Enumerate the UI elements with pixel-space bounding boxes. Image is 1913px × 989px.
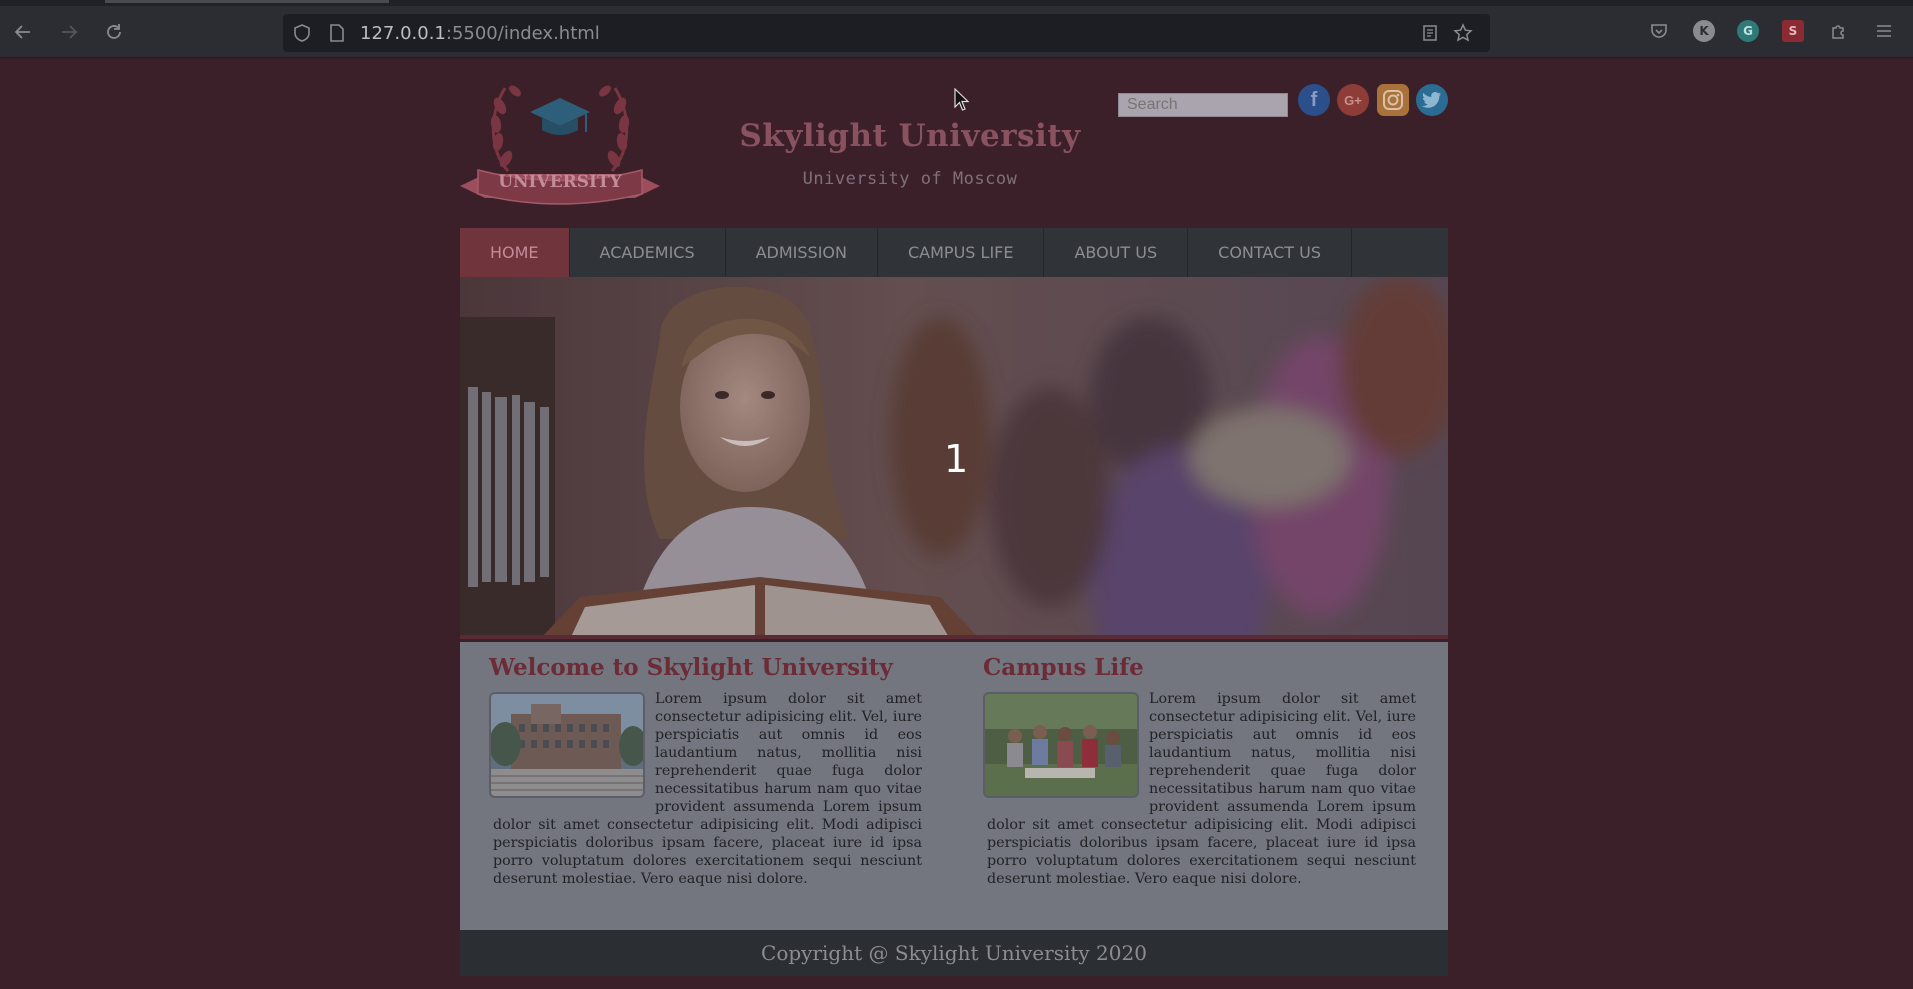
main-nav: HOME ACADEMICS ADMISSION CAMPUS LIFE ABO… (460, 228, 1448, 277)
back-arrow-icon[interactable] (10, 19, 36, 45)
mouse-cursor-icon (954, 88, 970, 111)
nav-item-academics[interactable]: ACADEMICS (570, 228, 726, 277)
nav-item-about-us[interactable]: ABOUT US (1044, 228, 1189, 277)
logo-text: UNIVERSITY (498, 172, 622, 192)
page-viewport: UNIVERSITY Skylight University Universit… (0, 58, 1913, 989)
content-area: Welcome to Skylight University Lorem ips… (460, 642, 1448, 930)
bookmark-star-icon[interactable] (1453, 23, 1473, 47)
forward-arrow-icon[interactable] (56, 19, 82, 45)
welcome-section: Welcome to Skylight University Lorem ips… (489, 654, 922, 888)
nav-item-home[interactable]: HOME (460, 228, 570, 277)
page-icon[interactable] (329, 24, 345, 46)
s-extension-icon[interactable]: S (1782, 20, 1804, 42)
campus-life-heading: Campus Life (983, 654, 1144, 681)
students-group-image (983, 692, 1139, 798)
slide-number: 1 (944, 437, 969, 481)
twitter-icon[interactable] (1416, 84, 1448, 116)
hamburger-menu-icon[interactable] (1873, 20, 1895, 42)
url-text[interactable]: 127.0.0.1:5500/index.html (360, 23, 600, 44)
site-title: Skylight University (739, 118, 1081, 154)
reload-icon[interactable] (101, 19, 127, 45)
site-subtitle: University of Moscow (802, 169, 1018, 189)
campus-building-image (489, 692, 645, 798)
shield-icon[interactable] (293, 24, 311, 46)
address-bar[interactable]: 127.0.0.1:5500/index.html (283, 14, 1490, 52)
nav-item-contact-us[interactable]: CONTACT US (1188, 228, 1352, 277)
search-input[interactable] (1118, 93, 1288, 117)
google-plus-icon[interactable]: G+ (1337, 84, 1369, 116)
browser-toolbar: 127.0.0.1:5500/index.html K G S (0, 0, 1913, 58)
reader-view-icon[interactable] (1421, 24, 1439, 46)
tab-strip (0, 0, 1913, 6)
grammarly-icon[interactable]: G (1737, 20, 1759, 42)
puzzle-icon[interactable] (1827, 20, 1849, 42)
url-path: :5500/index.html (445, 23, 600, 44)
nav-item-admission[interactable]: ADMISSION (726, 228, 878, 277)
university-logo[interactable]: UNIVERSITY (460, 66, 660, 206)
pocket-icon[interactable] (1648, 20, 1670, 42)
facebook-icon[interactable]: f (1298, 84, 1330, 116)
instagram-icon[interactable] (1377, 84, 1409, 116)
nav-item-campus-life[interactable]: CAMPUS LIFE (878, 228, 1045, 277)
welcome-heading: Welcome to Skylight University (489, 654, 893, 681)
url-host: 127.0.0.1 (360, 23, 446, 44)
site-footer: Copyright @ Skylight University 2020 (460, 930, 1448, 976)
campus-life-section: Campus Life Lorem ipsum dolor sit amet c… (983, 654, 1416, 888)
active-tab[interactable] (105, 0, 389, 3)
k-extension-icon[interactable]: K (1693, 20, 1715, 42)
hero-slider[interactable]: 1 (460, 277, 1448, 639)
